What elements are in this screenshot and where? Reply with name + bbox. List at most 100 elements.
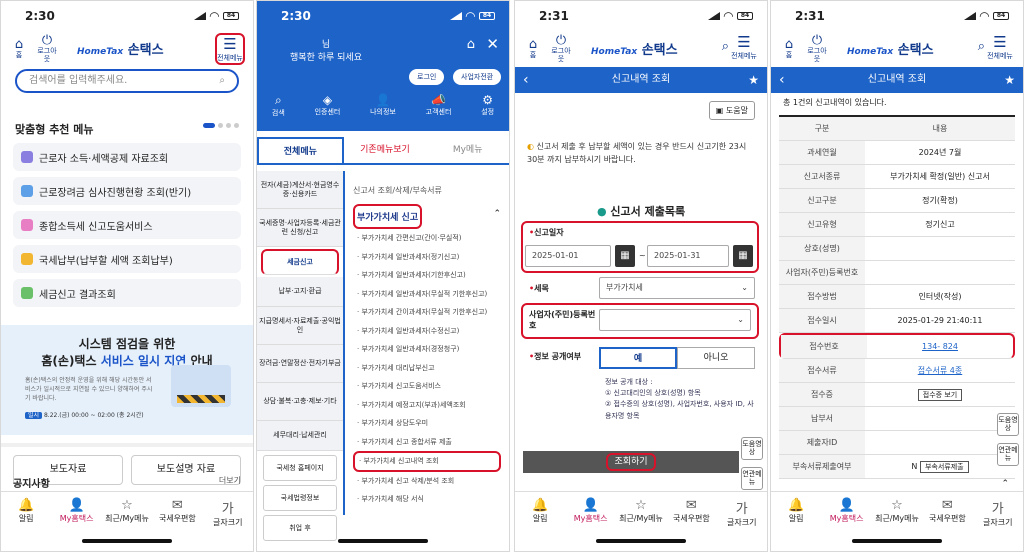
- search-icon[interactable]: ⌕: [219, 71, 225, 91]
- recommended-item[interactable]: 근로자 소득·세액공제 자료조회: [13, 143, 241, 171]
- receipt-number[interactable]: 134- 824: [922, 342, 958, 351]
- tab-item-bell[interactable]: 🔔 알림: [2, 498, 50, 551]
- menu-category[interactable]: 상담·불복·고충·제보·기타: [257, 383, 343, 421]
- tab-all-menu[interactable]: 전체메뉴: [257, 137, 344, 163]
- tab-item-mail[interactable]: ✉ 국세우편함: [667, 498, 715, 551]
- logout-button[interactable]: ⏻ 로그아웃: [551, 33, 571, 64]
- calendar-icon[interactable]: ▦: [615, 245, 635, 267]
- recommended-item[interactable]: 근로장려금 심사진행현황 조회(반기): [13, 177, 241, 205]
- submenu-item[interactable]: · 부가가치세 대리납부신고: [353, 359, 501, 378]
- submenu-item[interactable]: · 부가가치세 신고 종합서류 제출: [353, 433, 501, 452]
- menu-category[interactable]: 지급명세서·자료제출·공익법인: [257, 307, 343, 345]
- close-icon[interactable]: ✕: [486, 35, 499, 53]
- all-menu-button[interactable]: ☰ 전체메뉴: [729, 33, 759, 61]
- tab-item-person[interactable]: 👤 My홈택스: [53, 498, 101, 551]
- search-icon[interactable]: ⌕: [978, 39, 985, 54]
- menu-category[interactable]: 세금신고: [261, 249, 339, 275]
- tab-item-mail[interactable]: ✉ 국세우편함: [153, 498, 201, 551]
- carousel-dot[interactable]: [203, 123, 215, 128]
- carousel-dots[interactable]: [203, 123, 239, 128]
- row-value[interactable]: 접수증 보기: [865, 384, 1015, 406]
- quick-menu-item[interactable]: ◈ 인증센터: [315, 93, 341, 131]
- tab-item-person[interactable]: 👤 My홈택스: [823, 498, 871, 551]
- quick-menu-item[interactable]: ⚙ 설정: [481, 93, 494, 131]
- business-number-select[interactable]: ⌄: [599, 309, 751, 331]
- menu-category[interactable]: 납부·고지·환급: [257, 277, 343, 307]
- date-to-input[interactable]: 2025-01-31: [647, 245, 729, 267]
- submenu-item[interactable]: · 부가가치세 간이과세자(무실적 기한후신고): [353, 303, 501, 322]
- back-icon[interactable]: ‹: [779, 67, 785, 93]
- carousel-dot[interactable]: [226, 123, 231, 128]
- all-menu-button[interactable]: ☰ 전체메뉴: [215, 33, 245, 65]
- recommended-item[interactable]: 국세납부(납부할 세액 조회납부): [13, 245, 241, 273]
- notice-more-link[interactable]: 더보기: [219, 475, 241, 490]
- receipt-view-button[interactable]: 접수증 보기: [917, 388, 963, 401]
- menu-category[interactable]: 취업 후: [263, 515, 337, 541]
- submenu-item[interactable]: · 부가가치세 상담도우미: [353, 414, 501, 433]
- search-input[interactable]: 검색어를 입력해주세요. ⌕: [15, 69, 239, 93]
- carousel-dot[interactable]: [218, 123, 223, 128]
- home-button[interactable]: ⌂ 홈: [9, 37, 29, 60]
- menu-category[interactable]: 장려금·연말정산·전자기부금: [257, 345, 343, 383]
- carousel-dot[interactable]: [234, 123, 239, 128]
- star-icon[interactable]: ★: [748, 67, 759, 93]
- quick-menu-item[interactable]: 👤 나의정보: [370, 93, 396, 131]
- menu-category[interactable]: 국세법령정보: [263, 485, 337, 511]
- search-icon[interactable]: ⌕: [722, 39, 729, 54]
- logout-button[interactable]: ⏻ 로그아웃: [807, 33, 827, 64]
- menu-category[interactable]: 세무대리·납세관리: [257, 421, 343, 451]
- menu-category[interactable]: 국세청 홈페이지: [263, 455, 337, 481]
- recommended-item[interactable]: 종합소득세 신고도움서비스: [13, 211, 241, 239]
- receipt-docs-link[interactable]: 접수서류 4종: [918, 366, 962, 375]
- tab-legacy-menu[interactable]: 기존메뉴보기: [344, 137, 427, 163]
- submenu-item[interactable]: · 부가가치세 일반과세자(무실적 기한후신고): [353, 285, 501, 304]
- submenu-item[interactable]: · 부가가치세 신고내역 조회: [353, 451, 501, 472]
- tab-my-menu[interactable]: My메뉴: [426, 137, 509, 163]
- logout-button[interactable]: ⏻ 로그아웃: [37, 33, 57, 64]
- quick-menu-item[interactable]: 📣 고객센터: [426, 93, 452, 131]
- scroll-top-icon[interactable]: ⌃: [1001, 479, 1009, 489]
- disclose-no-option[interactable]: 아니오: [677, 347, 755, 369]
- submenu-item[interactable]: · 부가가치세 일반과세자(경정청구): [353, 340, 501, 359]
- submenu-item[interactable]: · 부가가치세 일반과세자(정기신고): [353, 248, 501, 267]
- submenu-item[interactable]: · 부가가치세 예정고지(부과)세액조회: [353, 396, 501, 415]
- submenu-item[interactable]: · 부가가치세 일반과세자(기한후신고): [353, 266, 501, 285]
- menu-category[interactable]: 전자(세금)계산서·현금영수증·신용카드: [257, 171, 343, 209]
- help-button[interactable]: ▣ 도움말: [708, 101, 755, 120]
- home-icon[interactable]: ⌂: [467, 37, 475, 52]
- star-icon[interactable]: ★: [1004, 67, 1015, 93]
- tab-item-bell[interactable]: 🔔 알림: [516, 498, 564, 551]
- lookup-button[interactable]: 조회하기: [523, 451, 739, 473]
- calendar-icon[interactable]: ▦: [733, 245, 753, 267]
- submenu-item[interactable]: · 부가가치세 일반과세자(수정신고): [353, 322, 501, 341]
- submenu-item[interactable]: · 부가가치세 신고도움서비스: [353, 377, 501, 396]
- help-video-button[interactable]: 도움영상: [997, 413, 1019, 436]
- chevron-up-icon[interactable]: ⌃: [493, 209, 501, 219]
- related-menu-button[interactable]: 연관메뉴: [997, 443, 1019, 466]
- tab-item-text-size[interactable]: 가 글자크기: [718, 498, 766, 551]
- submenu-item[interactable]: · 부가가치세 간편신고(간이·무실적): [353, 229, 501, 248]
- login-button[interactable]: 로그인: [409, 69, 445, 85]
- tab-item-text-size[interactable]: 가 글자크기: [204, 498, 252, 551]
- row-value[interactable]: 접수서류 4종: [865, 359, 1015, 382]
- submenu-vat-report[interactable]: 부가가치세 신고: [353, 204, 423, 229]
- date-from-input[interactable]: 2025-01-01: [525, 245, 611, 267]
- tab-item-bell[interactable]: 🔔 알림: [772, 498, 820, 551]
- related-menu-button[interactable]: 연관메뉴: [741, 467, 763, 490]
- maintenance-banner[interactable]: 시스템 점검을 위한 홈(손)택스 서비스 일시 지연 안내 홈(손)택스의 안…: [1, 325, 253, 435]
- tab-item-star[interactable]: ☆ 최근/My메뉴: [873, 498, 921, 551]
- business-switch-button[interactable]: 사업자전환: [453, 69, 502, 85]
- back-icon[interactable]: ‹: [523, 67, 529, 93]
- tab-item-person[interactable]: 👤 My홈택스: [567, 498, 615, 551]
- disclose-yes-option[interactable]: 예: [599, 347, 677, 369]
- submenu-item[interactable]: · 부가가치세 해당 서식: [353, 490, 501, 509]
- home-button[interactable]: ⌂ 홈: [523, 37, 543, 60]
- tab-item-text-size[interactable]: 가 글자크기: [974, 498, 1022, 551]
- recommended-item[interactable]: 세금신고 결과조회: [13, 279, 241, 307]
- tab-item-star[interactable]: ☆ 최근/My메뉴: [103, 498, 151, 551]
- home-button[interactable]: ⌂ 홈: [779, 37, 799, 60]
- submenu-header[interactable]: 신고서 조회/삭제/부속서류: [353, 177, 501, 204]
- attach-submit-button[interactable]: 부속서류제출: [919, 460, 969, 473]
- quick-menu-item[interactable]: ⌕ 검색: [272, 93, 285, 131]
- help-video-button[interactable]: 도움영상: [741, 437, 763, 460]
